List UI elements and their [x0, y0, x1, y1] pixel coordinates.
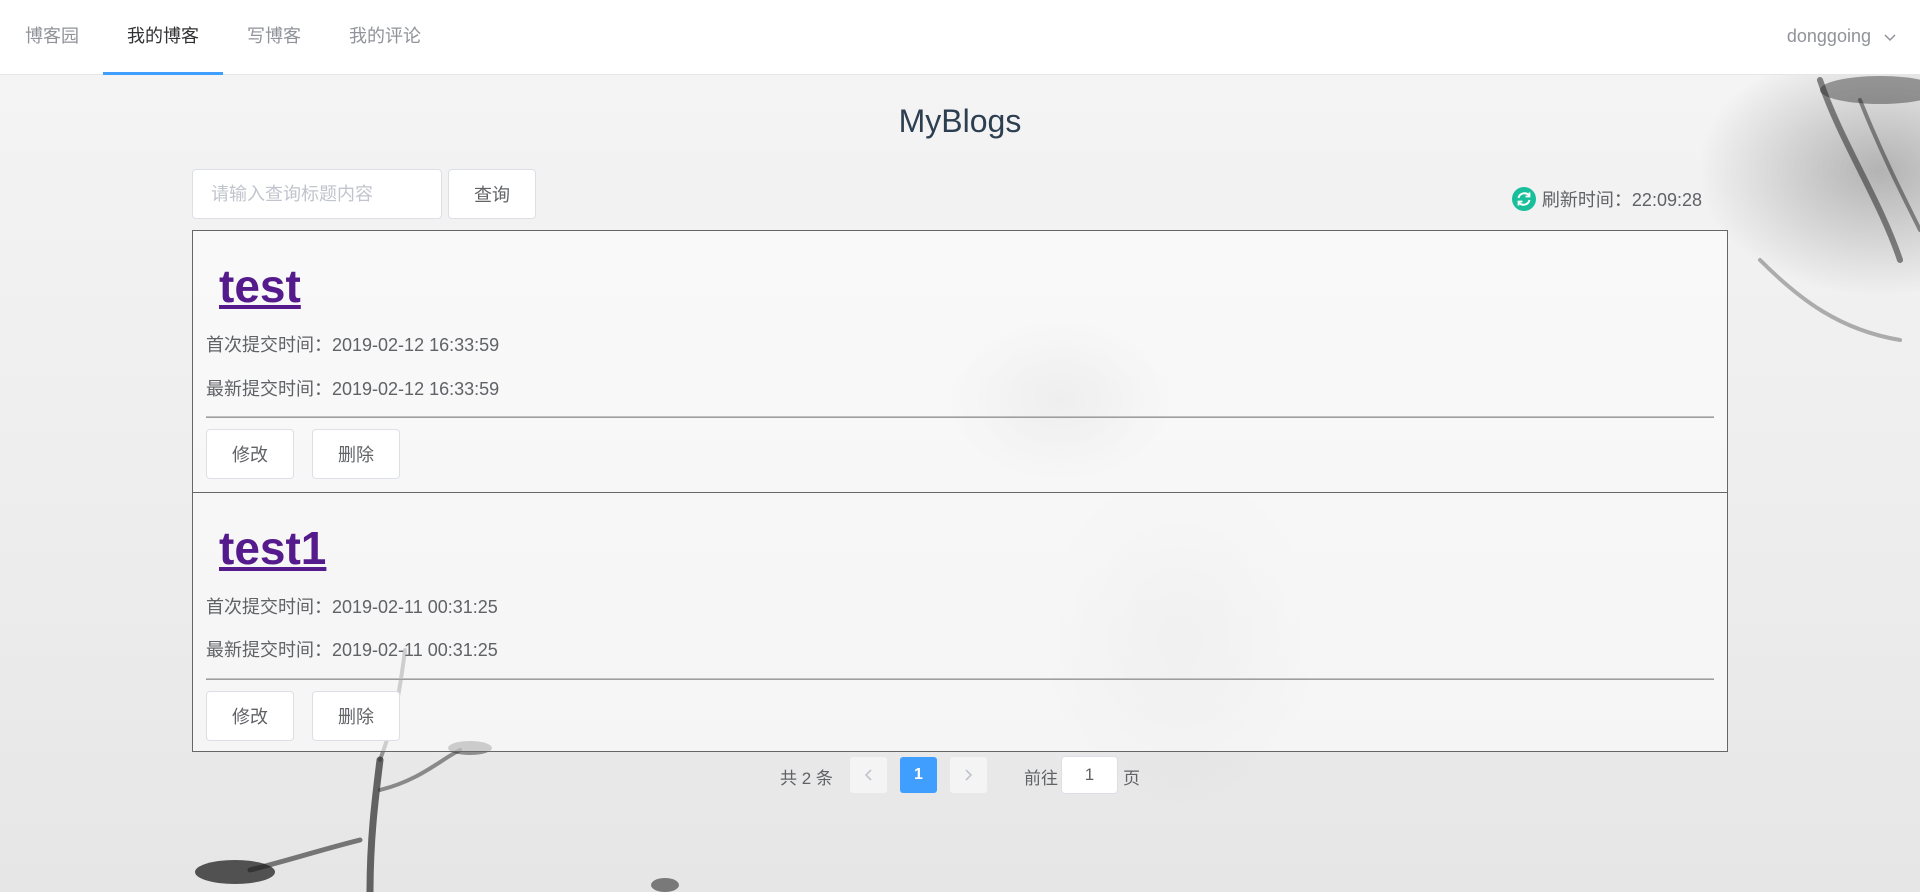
divider [206, 416, 1714, 418]
top-navbar: 博客园 我的博客 写博客 我的评论 donggoing [0, 0, 1920, 75]
last-submit-time: 最新提交时间：2019-02-11 00:31:25 [206, 640, 498, 660]
goto-page-input[interactable] [1061, 756, 1118, 794]
page-number-current[interactable]: 1 [900, 757, 937, 793]
page-unit-label: 页 [1123, 769, 1140, 788]
page-title: MyBlogs [898, 103, 1022, 139]
nav-item-my-comments[interactable]: 我的评论 [349, 0, 421, 75]
blog-list: test 首次提交时间：2019-02-12 16:33:59 最新提交时间：2… [192, 230, 1728, 752]
user-name: donggoing [1786, 26, 1871, 46]
delete-button[interactable]: 删除 [312, 691, 400, 741]
chevron-down-icon [1884, 1, 1896, 74]
divider [206, 678, 1714, 680]
chevron-right-icon[interactable] [950, 757, 987, 793]
search-button[interactable]: 查询 [448, 169, 536, 219]
refresh-time: 刷新时间：22:09:28 [1541, 190, 1702, 210]
blog-title-link[interactable]: test [219, 259, 301, 313]
user-menu[interactable]: donggoing [1787, 0, 1896, 75]
pagination-total: 共 2 条 [780, 769, 833, 788]
nav-item-blog-park[interactable]: 博客园 [25, 0, 79, 75]
first-submit-time: 首次提交时间：2019-02-11 00:31:25 [206, 597, 498, 617]
last-submit-time: 最新提交时间：2019-02-12 16:33:59 [206, 379, 500, 399]
nav-item-my-blogs[interactable]: 我的博客 [103, 0, 223, 75]
blog-card: test 首次提交时间：2019-02-12 16:33:59 最新提交时间：2… [193, 231, 1727, 492]
refresh-status: 刷新时间：22:09:28 [1511, 186, 1702, 212]
chevron-left-icon[interactable] [850, 757, 887, 793]
pagination: 共 2 条 1 前往 页 [0, 756, 1920, 796]
first-submit-time: 首次提交时间：2019-02-12 16:33:59 [206, 335, 500, 355]
search-input[interactable] [192, 169, 442, 219]
edit-button[interactable]: 修改 [206, 429, 294, 479]
nav-item-write-blog[interactable]: 写博客 [247, 0, 301, 75]
delete-button[interactable]: 删除 [312, 429, 400, 479]
blog-card: test1 首次提交时间：2019-02-11 00:31:25 最新提交时间：… [193, 492, 1727, 753]
goto-label: 前往 [1024, 769, 1058, 788]
edit-button[interactable]: 修改 [206, 691, 294, 741]
blog-title-link[interactable]: test1 [219, 521, 326, 575]
refresh-icon[interactable] [1511, 187, 1536, 211]
